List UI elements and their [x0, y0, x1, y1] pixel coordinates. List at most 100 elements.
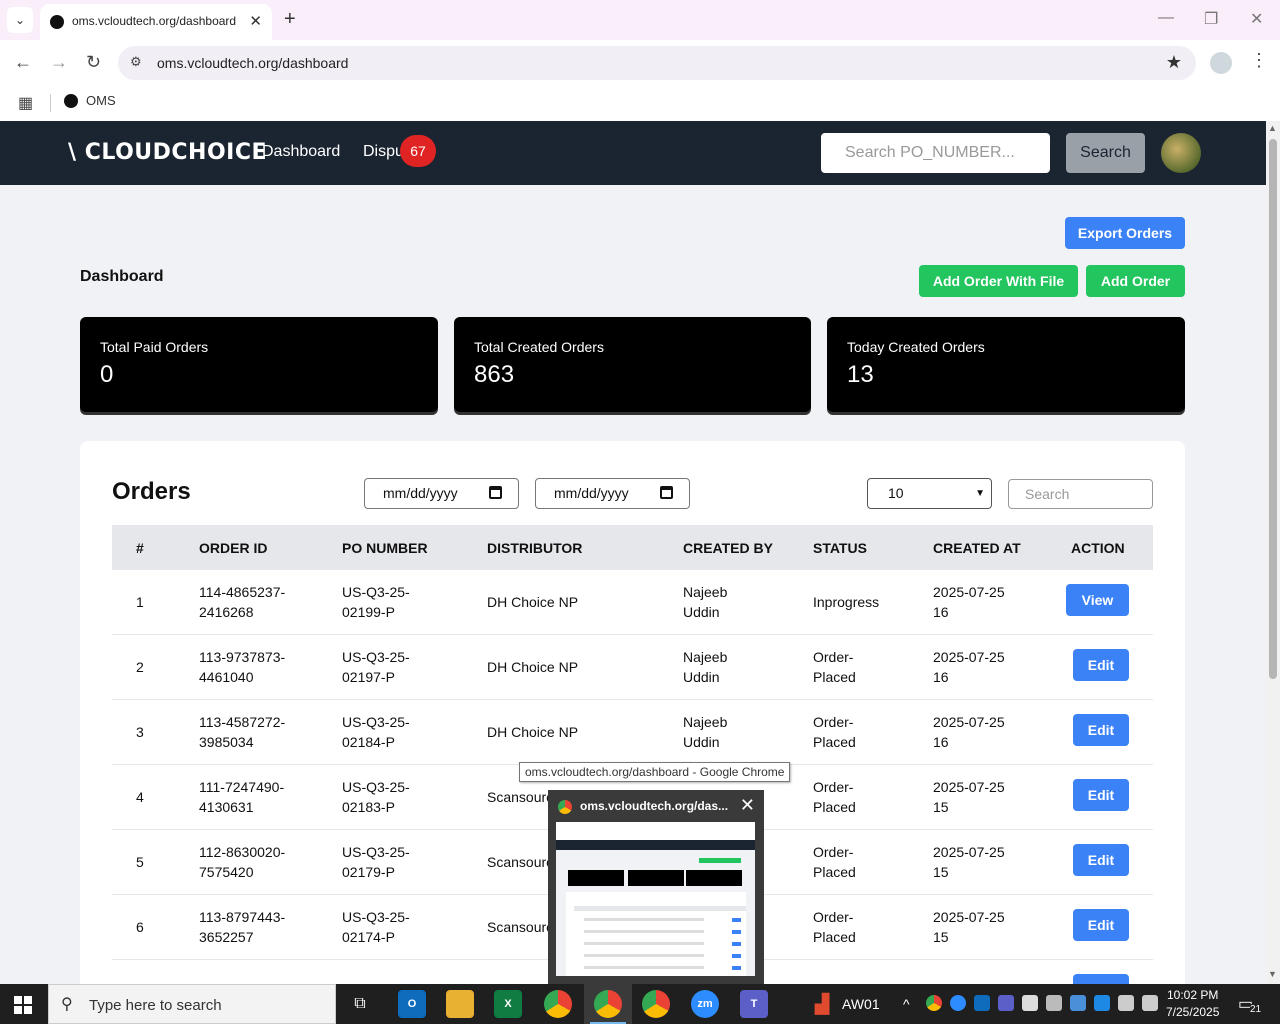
- scroll-up-icon[interactable]: ▲: [1268, 123, 1277, 133]
- chrome-tray-icon[interactable]: [926, 995, 942, 1011]
- taskbar-window-preview[interactable]: oms.vcloudtech.org/das... ✕: [548, 790, 764, 984]
- view-order-button[interactable]: View: [1066, 584, 1129, 616]
- windows-start-icon[interactable]: [14, 996, 32, 1014]
- calendar-icon[interactable]: [660, 486, 673, 499]
- date-to-input[interactable]: mm/dd/yyyy: [535, 478, 690, 509]
- address-bar[interactable]: ⚙ oms.vcloudtech.org/dashboard ★: [118, 46, 1196, 80]
- thumb-row-button: [732, 966, 741, 970]
- security-tray-icon[interactable]: [1022, 995, 1038, 1011]
- browser-menu-icon[interactable]: ⋮: [1250, 50, 1268, 71]
- date-from-input[interactable]: mm/dd/yyyy: [364, 478, 519, 509]
- new-tab-icon[interactable]: +: [284, 8, 296, 31]
- cell-created-at: 2025-07-25 16: [933, 582, 1005, 622]
- calendar-icon[interactable]: [489, 486, 502, 499]
- bookmarks-bar: ▦ OMS: [0, 86, 1280, 121]
- chevron-up-icon[interactable]: ^: [903, 996, 910, 1012]
- nav-link-disputes[interactable]: Dispu: [363, 143, 404, 161]
- column-header: ACTION: [1071, 540, 1125, 556]
- nav-link-dashboard[interactable]: Dashboard: [262, 143, 340, 161]
- aw01-app-icon[interactable]: ▟: [808, 990, 836, 1018]
- teams-icon[interactable]: T: [740, 990, 768, 1018]
- thumb-row: [584, 918, 704, 921]
- apps-grid-icon[interactable]: ▦: [18, 93, 33, 113]
- minimize-icon[interactable]: —: [1158, 9, 1174, 27]
- edit-order-button[interactable]: Edit: [1073, 909, 1129, 941]
- edit-order-button[interactable]: Edit: [1073, 779, 1129, 811]
- cell-line: US-Q3-25-: [342, 649, 410, 665]
- bookmark-divider: [50, 94, 51, 112]
- volume-icon[interactable]: [1142, 995, 1158, 1011]
- restore-icon[interactable]: ❐: [1204, 9, 1218, 29]
- tab-search-dropdown-icon[interactable]: ⌄: [7, 7, 33, 33]
- edit-order-button[interactable]: Edit: [1073, 649, 1129, 681]
- thumb-row-button: [732, 930, 741, 934]
- thumb-row: [584, 942, 704, 945]
- site-info-icon[interactable]: ⚙: [130, 54, 142, 70]
- stat-value: 0: [100, 361, 114, 388]
- teams-tray-icon[interactable]: [998, 995, 1014, 1011]
- site-favicon-icon: [50, 15, 64, 29]
- cell-line: 2416268: [199, 604, 254, 620]
- chrome-profile-icon[interactable]: [544, 990, 572, 1018]
- file-explorer-icon[interactable]: [446, 990, 474, 1018]
- cell-row-number: 4: [136, 787, 144, 807]
- excel-icon[interactable]: X: [494, 990, 522, 1018]
- po-search-button[interactable]: Search: [1066, 133, 1145, 173]
- display-tray-icon[interactable]: [1094, 995, 1110, 1011]
- tab-close-icon[interactable]: ✕: [249, 12, 262, 30]
- chrome-icon[interactable]: [594, 990, 622, 1018]
- address-url: oms.vcloudtech.org/dashboard: [157, 55, 349, 71]
- cell-line: 4461040: [199, 669, 254, 685]
- profile-icon[interactable]: [1210, 52, 1232, 74]
- task-view-icon[interactable]: ⧉: [346, 990, 374, 1018]
- window-close-icon[interactable]: ✕: [1250, 9, 1263, 29]
- vpn-tray-icon[interactable]: [1070, 995, 1086, 1011]
- edit-order-button[interactable]: Edit: [1073, 844, 1129, 876]
- page-size-select[interactable]: 10 ▼: [867, 478, 992, 509]
- scroll-down-icon[interactable]: ▼: [1268, 969, 1277, 979]
- browser-tab-active[interactable]: oms.vcloudtech.org/dashboard ✕: [40, 4, 272, 40]
- system-clock[interactable]: 10:02 PM 7/25/2025: [1166, 987, 1219, 1021]
- cell-line: 111-7247490-: [199, 779, 285, 795]
- export-orders-button[interactable]: Export Orders: [1065, 217, 1185, 249]
- cell-created-by: Najeeb Uddin: [683, 647, 727, 687]
- add-order-button[interactable]: Add Order: [1086, 265, 1185, 297]
- network-tray-icon[interactable]: [1046, 995, 1062, 1011]
- bookmark-star-icon[interactable]: ★: [1166, 52, 1182, 73]
- date-to-value: mm/dd/yyyy: [554, 485, 629, 501]
- user-avatar[interactable]: [1161, 133, 1201, 173]
- aw01-label[interactable]: AW01: [842, 996, 880, 1012]
- edit-order-button[interactable]: Edit: [1073, 714, 1129, 746]
- cloudchoice-logo[interactable]: \ CLOUDCHOICE: [68, 140, 267, 165]
- page-scrollbar[interactable]: ▲ ▼: [1266, 121, 1280, 984]
- thumb-stat-card: [628, 870, 684, 886]
- outlook-icon[interactable]: O: [398, 990, 426, 1018]
- add-order-with-file-button[interactable]: Add Order With File: [919, 265, 1078, 297]
- table-search-input[interactable]: [1008, 479, 1153, 509]
- preview-close-icon[interactable]: ✕: [740, 795, 755, 816]
- cell-status: Order- Placed: [813, 842, 856, 882]
- cell-line: 4130631: [199, 799, 254, 815]
- cell-row-number: 6: [136, 917, 144, 937]
- chrome-profile-icon[interactable]: [642, 990, 670, 1018]
- date-from-value: mm/dd/yyyy: [383, 485, 458, 501]
- cell-distributor: DH Choice NP: [487, 722, 578, 742]
- reload-icon[interactable]: ↻: [86, 52, 101, 73]
- back-icon[interactable]: ←: [14, 52, 32, 73]
- zoom-icon[interactable]: zm: [691, 990, 719, 1018]
- po-number-search-input[interactable]: [821, 133, 1050, 173]
- wifi-icon[interactable]: [1118, 995, 1134, 1011]
- forward-icon[interactable]: →: [50, 52, 68, 73]
- zoom-tray-icon[interactable]: [950, 995, 966, 1011]
- clock-time: 10:02 PM: [1167, 988, 1219, 1002]
- oms-bookmark[interactable]: OMS: [86, 93, 116, 108]
- preview-thumbnail[interactable]: [556, 822, 755, 976]
- cell-line: Placed: [813, 669, 856, 685]
- scrollbar-thumb[interactable]: [1269, 139, 1277, 679]
- browser-toolbar: ← → ↻ ⚙ oms.vcloudtech.org/dashboard ★ ⋮: [0, 40, 1280, 86]
- cell-line: 02199-P: [342, 604, 395, 620]
- taskbar-search-box[interactable]: ⚲ Type here to search: [48, 984, 336, 1024]
- outlook-tray-icon[interactable]: [974, 995, 990, 1011]
- thumb-navbar: [556, 840, 755, 850]
- cell-line: 02183-P: [342, 799, 395, 815]
